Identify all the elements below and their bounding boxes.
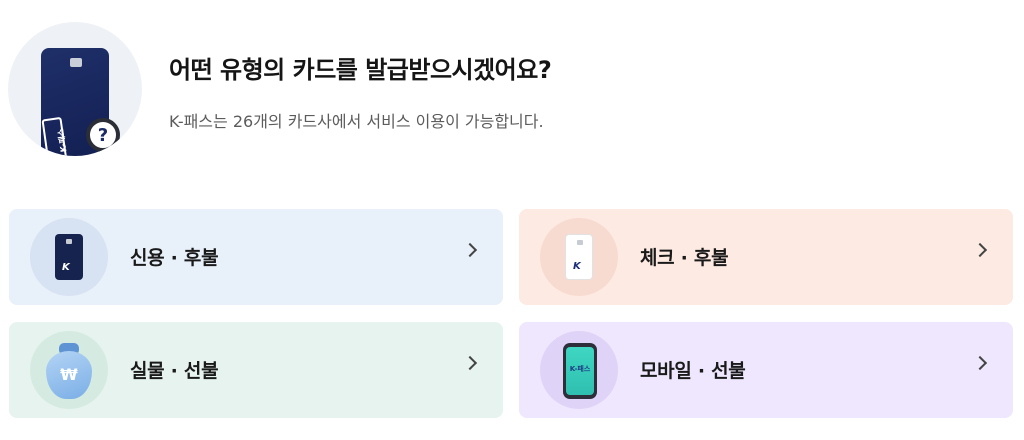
card-chip-icon [577,240,583,245]
option-label: 신용 · 후불 [130,247,219,269]
option-label: 체크 · 후불 [640,247,729,269]
magnifier-handle [112,145,128,156]
white-card-icon: K [565,234,593,280]
card-logo-stripe: K-패스 [41,116,69,156]
money-bag-icon: ₩ [46,351,92,399]
card-logo: K [62,262,70,273]
phone-icon: K-패스 [563,343,597,399]
option-mobile-prepaid[interactable]: K-패스 모바일 · 선불 [519,322,1013,418]
card-chip-icon [66,239,72,244]
card-chip-icon [70,58,82,67]
option-icon-circle: ₩ [30,331,108,409]
chevron-right-icon [972,355,988,371]
option-icon-circle: K-패스 [540,331,618,409]
option-label: 모바일 · 선불 [640,360,746,382]
dark-card-icon: K [55,234,83,280]
phone-screen: K-패스 [566,347,594,395]
hero-illustration: K-패스 ? [8,22,142,156]
phone-screen-text: K-패스 [569,365,591,373]
option-physical-prepaid[interactable]: ₩ 실물 · 선불 [9,322,503,418]
option-check-postpaid[interactable]: K 체크 · 후불 [519,209,1013,305]
card-logo: K [573,261,581,272]
card-type-selection-page: K-패스 ? 어떤 유형의 카드를 발급받으시겠어요? K-패스는 26개의 카… [0,0,1024,440]
chevron-right-icon [462,242,478,258]
option-icon-circle: K [30,218,108,296]
page-title: 어떤 유형의 카드를 발급받으시겠어요? [169,56,552,84]
won-symbol: ₩ [60,365,78,384]
option-credit-postpaid[interactable]: K 신용 · 후불 [9,209,503,305]
chevron-right-icon [972,242,988,258]
option-icon-circle: K [540,218,618,296]
card-logo-text: K-패스 [56,128,69,153]
question-mark: ? [97,124,109,146]
page-subtitle: K-패스는 26개의 카드사에서 서비스 이용이 가능합니다. [169,112,544,131]
option-label: 실물 · 선불 [130,360,219,382]
chevron-right-icon [462,355,478,371]
